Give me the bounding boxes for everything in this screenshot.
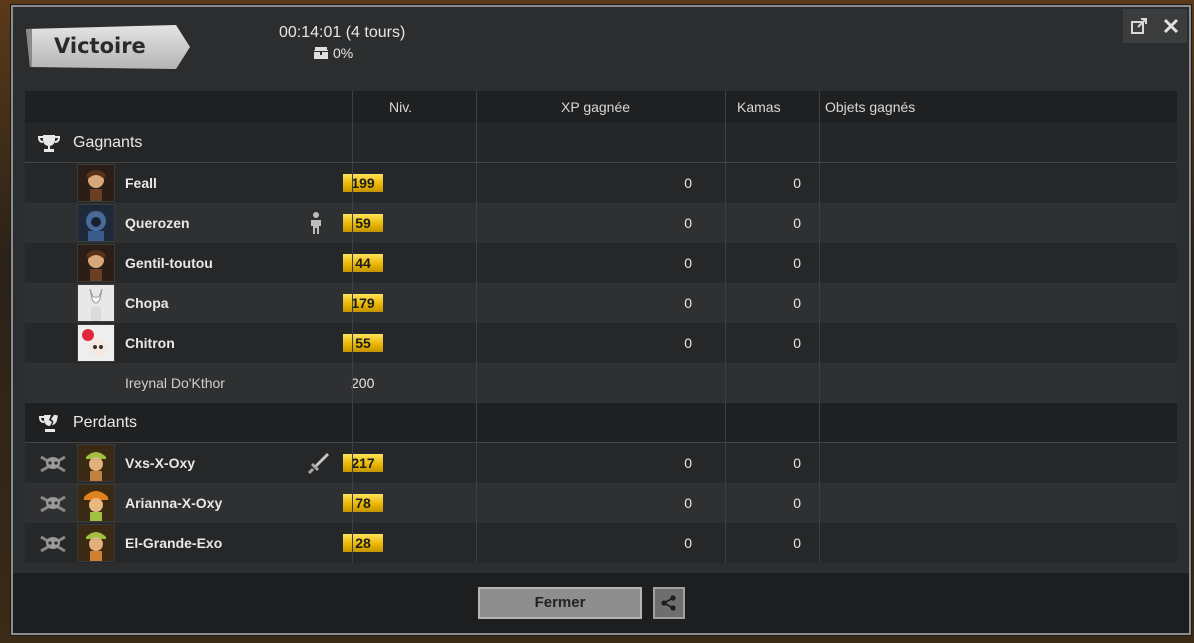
level-badge: 217 [343,454,383,472]
kamas-value: 0 [793,295,801,311]
player-name: Querozen [125,215,190,231]
xp-value: 0 [684,455,692,471]
kamas-value: 0 [793,455,801,471]
xp-value: 0 [684,295,692,311]
kamas-value: 0 [793,215,801,231]
xp-value: 0 [684,535,692,551]
winners-section-header: Gagnants [25,123,1177,163]
player-name: Arianna-X-Oxy [125,495,223,511]
player-avatar [77,484,115,522]
xp-column-header: XP gagnée [561,99,631,115]
kamas-value: 0 [793,255,801,271]
level-badge: 28 [343,534,383,552]
share-button[interactable] [653,587,685,619]
table-header: Niv. XP gagnée Kamas Objets gagnés [25,91,1177,123]
ally-name: Ireynal Do'Kthor [125,375,225,391]
kamas-value: 0 [793,495,801,511]
loser-row[interactable]: Arianna-X-Oxy 78 0 0 [25,483,1177,523]
level-badge: 179 [343,294,383,312]
kamas-column-header: Kamas [737,99,781,115]
losers-section-header: Perdants [25,403,1177,443]
chest-icon [314,47,328,59]
share-icon [661,595,676,611]
trophy-icon [37,133,61,158]
winner-row[interactable]: Chitron 55 0 0 [25,323,1177,363]
ally-row[interactable]: Ireynal Do'Kthor 200 [25,363,1177,403]
player-name: Gentil-toutou [125,255,213,271]
sword-icon [307,451,331,478]
column-divider [352,91,353,563]
skull-icon [39,455,67,476]
xp-value: 0 [684,215,692,231]
player-name: Chopa [125,295,169,311]
player-avatar [77,524,115,562]
winner-row[interactable]: Feall 199 0 0 [25,163,1177,203]
player-avatar [77,244,115,282]
winner-row[interactable]: Chopa 179 0 0 [25,283,1177,323]
kamas-value: 0 [793,175,801,191]
chest-percent: 0% [333,45,354,61]
column-divider [725,91,726,563]
kamas-value: 0 [793,535,801,551]
loser-row[interactable]: El-Grande-Exo 28 0 0 [25,523,1177,563]
level-column-header: Niv. [389,99,413,115]
fight-duration: 00:14:01 (4 tours) [279,24,406,41]
player-avatar [77,284,115,322]
player-avatar [77,164,115,202]
detach-window-button[interactable] [1128,15,1150,37]
player-avatar [77,444,115,482]
close-window-button[interactable] [1160,15,1182,37]
broken-trophy-icon [37,413,63,438]
player-name: Feall [125,175,157,191]
skull-icon [39,535,67,556]
player-avatar [77,324,115,362]
level-badge: 199 [343,174,383,192]
level-badge: 78 [343,494,383,512]
losers-label: Perdants [73,414,138,431]
player-name: Vxs-X-Oxy [125,455,196,471]
kamas-value: 0 [793,335,801,351]
detach-icon [1131,18,1147,34]
level-badge: 44 [343,254,383,272]
xp-value: 0 [684,495,692,511]
close-button[interactable]: Fermer [478,587,642,619]
level-badge: 59 [343,214,383,232]
winners-label: Gagnants [73,134,143,151]
loser-row[interactable]: Vxs-X-Oxy 217 0 0 [25,443,1177,483]
ally-level: 200 [351,375,375,391]
winner-row[interactable]: Gentil-toutou 44 0 0 [25,243,1177,283]
summoner-icon [307,211,325,238]
chest-share: 0% [313,45,353,61]
close-icon [1163,18,1179,34]
result-title: Victoire [54,34,146,58]
fight-results-window: Victoire 00:14:01 (4 tours) 0% Niv. XP g… [11,5,1191,635]
column-divider [819,91,820,563]
player-avatar [77,204,115,242]
xp-value: 0 [684,335,692,351]
winner-row[interactable]: Querozen 59 0 0 [25,203,1177,243]
xp-value: 0 [684,255,692,271]
player-name: El-Grande-Exo [125,535,223,551]
xp-value: 0 [684,175,692,191]
player-name: Chitron [125,335,175,351]
items-column-header: Objets gagnés [825,99,916,115]
column-divider [476,91,477,563]
results-table: Niv. XP gagnée Kamas Objets gagnés Gagna… [25,91,1177,563]
level-badge: 55 [343,334,383,352]
window-footer: Fermer [13,573,1189,633]
skull-icon [39,495,67,516]
result-banner: Victoire [26,25,192,69]
window-controls [1123,9,1187,43]
